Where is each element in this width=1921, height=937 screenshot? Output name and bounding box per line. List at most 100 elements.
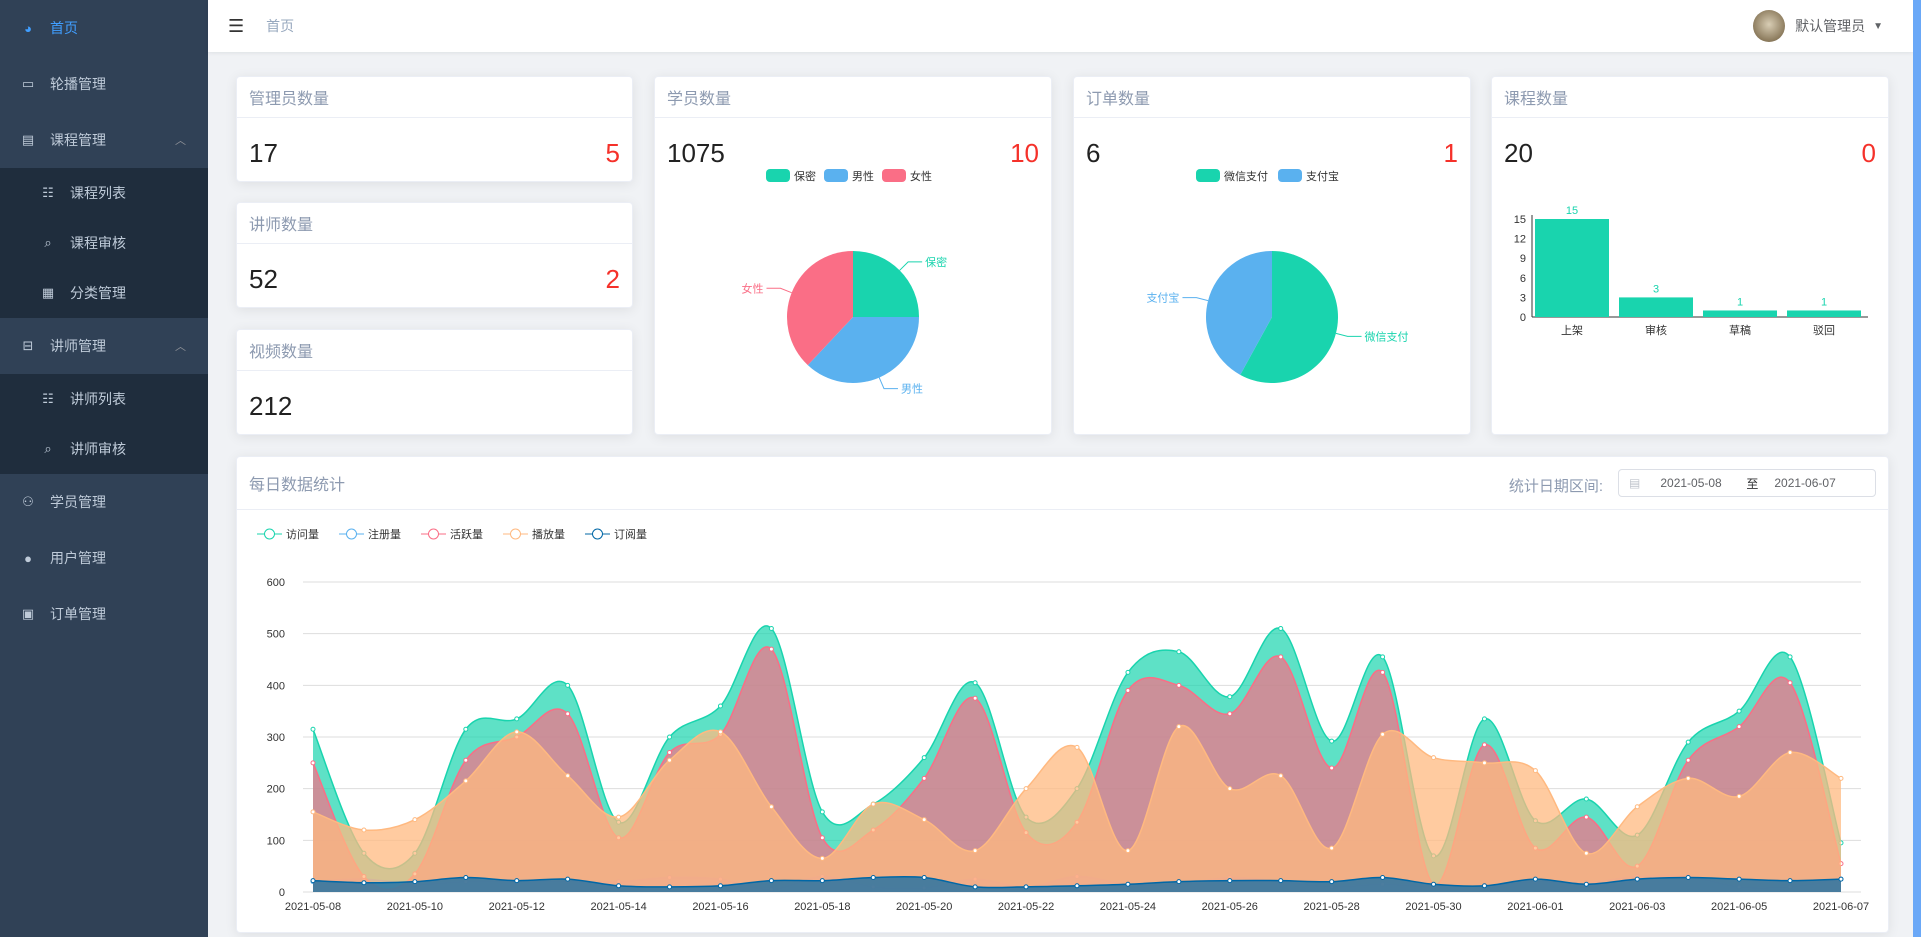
legend-label[interactable]: 支付宝 [1306, 169, 1339, 183]
data-point[interactable] [1685, 739, 1691, 745]
data-point[interactable] [463, 757, 469, 763]
data-point[interactable] [1380, 731, 1386, 737]
data-point[interactable] [819, 809, 825, 815]
data-point[interactable] [310, 760, 316, 766]
data-point[interactable] [514, 716, 520, 722]
sidebar-item-11[interactable]: ▣ 订单管理 [0, 586, 208, 642]
data-point[interactable] [819, 878, 825, 884]
data-point[interactable] [1787, 654, 1793, 660]
data-point[interactable] [616, 814, 622, 820]
data-point[interactable] [1431, 881, 1437, 887]
data-point[interactable] [717, 703, 723, 709]
data-point[interactable] [1481, 883, 1487, 889]
data-point[interactable] [1481, 760, 1487, 766]
data-point[interactable] [921, 775, 927, 781]
legend-label[interactable]: 微信支付 [1224, 169, 1268, 183]
data-point[interactable] [1481, 716, 1487, 722]
data-point[interactable] [768, 804, 774, 810]
hamburger-toggle-icon[interactable]: ☰ [228, 16, 244, 37]
data-point[interactable] [1278, 878, 1284, 884]
data-point[interactable] [1125, 848, 1131, 854]
bar-审核[interactable] [1619, 297, 1693, 317]
data-point[interactable] [972, 884, 978, 890]
data-point[interactable] [1736, 724, 1742, 730]
legend-swatch[interactable] [882, 169, 906, 182]
data-point[interactable] [565, 876, 571, 882]
data-point[interactable] [1380, 669, 1386, 675]
legend-swatch[interactable] [766, 169, 790, 182]
data-point[interactable] [310, 878, 316, 884]
data-point[interactable] [1532, 768, 1538, 774]
legend-label[interactable]: 活跃量 [450, 527, 483, 541]
data-point[interactable] [1532, 876, 1538, 882]
sidebar-item-9[interactable]: ⚇ 学员管理 [0, 474, 208, 530]
legend-label[interactable]: 保密 [794, 169, 816, 183]
bar-上架[interactable] [1535, 219, 1609, 317]
date-range-picker[interactable]: ▤ 2021-05-08 至 2021-06-07 [1618, 469, 1876, 497]
data-point[interactable] [1329, 845, 1335, 851]
data-point[interactable] [1583, 796, 1589, 802]
sidebar-item-10[interactable]: ● 用户管理 [0, 530, 208, 586]
data-point[interactable] [1227, 878, 1233, 884]
sidebar-item-0[interactable]: ◕ 首页 [0, 0, 208, 56]
data-point[interactable] [1787, 878, 1793, 884]
data-point[interactable] [667, 757, 673, 763]
data-point[interactable] [1838, 775, 1844, 781]
data-point[interactable] [412, 879, 418, 885]
data-point[interactable] [921, 755, 927, 761]
data-point[interactable] [819, 835, 825, 841]
legend-marker[interactable] [346, 528, 357, 540]
breadcrumb[interactable]: 首页 [266, 16, 294, 36]
data-point[interactable] [1227, 786, 1233, 792]
data-point[interactable] [1685, 875, 1691, 881]
data-point[interactable] [667, 750, 673, 755]
data-point[interactable] [1481, 742, 1487, 748]
data-point[interactable] [1125, 881, 1131, 887]
data-point[interactable] [565, 711, 571, 717]
data-point[interactable] [310, 809, 316, 815]
sidebar-item-4[interactable]: ⌕ 课程审核 [0, 218, 208, 268]
data-point[interactable] [1278, 626, 1284, 631]
data-point[interactable] [972, 680, 978, 686]
start-date[interactable]: 2021-05-08 [1660, 476, 1740, 490]
data-point[interactable] [1736, 793, 1742, 799]
data-point[interactable] [1787, 680, 1793, 686]
data-point[interactable] [361, 880, 367, 886]
data-point[interactable] [310, 726, 316, 732]
data-point[interactable] [1227, 694, 1233, 700]
data-point[interactable] [1329, 879, 1335, 885]
sidebar-item-8[interactable]: ⌕ 讲师审核 [0, 424, 208, 474]
data-point[interactable] [1125, 669, 1131, 675]
legend-marker[interactable] [510, 528, 521, 540]
data-point[interactable] [667, 734, 673, 740]
data-point[interactable] [1583, 881, 1589, 887]
data-point[interactable] [1176, 724, 1182, 730]
data-point[interactable] [1176, 682, 1182, 688]
data-point[interactable] [1125, 688, 1131, 693]
data-point[interactable] [921, 817, 927, 823]
data-point[interactable] [1583, 814, 1589, 820]
data-point[interactable] [1380, 654, 1386, 660]
data-point[interactable] [1278, 654, 1284, 660]
bar-草稿[interactable] [1703, 310, 1777, 317]
legend-label[interactable]: 男性 [852, 169, 874, 183]
sidebar-item-6[interactable]: ⊟ 讲师管理 ︿ [0, 318, 208, 374]
legend-marker[interactable] [592, 528, 603, 540]
data-point[interactable] [667, 884, 673, 890]
data-point[interactable] [1685, 757, 1691, 763]
user-menu[interactable]: 默认管理员 ▼ [1753, 10, 1883, 42]
pie-slice-保密[interactable] [853, 251, 919, 317]
data-point[interactable] [921, 875, 927, 881]
data-point[interactable] [565, 682, 571, 688]
data-point[interactable] [1736, 876, 1742, 882]
data-point[interactable] [1431, 755, 1437, 761]
data-point[interactable] [1787, 750, 1793, 755]
data-point[interactable] [717, 729, 723, 735]
data-point[interactable] [1023, 786, 1029, 792]
data-point[interactable] [768, 626, 774, 631]
scrollbar[interactable] [1913, 0, 1921, 937]
data-point[interactable] [463, 875, 469, 881]
legend-swatch[interactable] [1278, 169, 1302, 182]
data-point[interactable] [514, 729, 520, 735]
data-point[interactable] [565, 773, 571, 779]
